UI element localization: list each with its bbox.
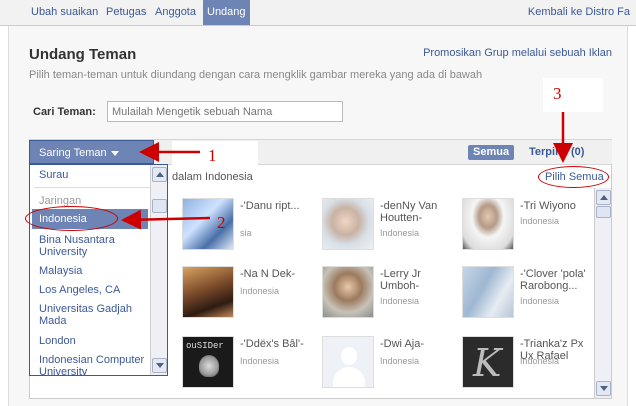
skull-graphic bbox=[199, 355, 219, 377]
annotation-oval-indonesia bbox=[25, 206, 118, 231]
arrow-up-icon bbox=[600, 195, 608, 200]
scroll-down-button[interactable] bbox=[152, 358, 167, 373]
annotation-number-2: 2 bbox=[217, 213, 226, 232]
friend-name: -'Danu ript... bbox=[240, 200, 300, 212]
letter-k-graphic: K bbox=[473, 341, 502, 385]
annotation-oval-select-all bbox=[538, 166, 609, 188]
tab-terpilih[interactable]: Terpilih (0) bbox=[529, 145, 584, 160]
dropdown-item[interactable]: London bbox=[39, 335, 149, 347]
friend-location: Indonesia bbox=[240, 286, 280, 296]
arrow-up-icon bbox=[156, 172, 164, 177]
friend-tile[interactable]: K -Trianka'z Px Ux Rafael Indonesia bbox=[462, 336, 598, 394]
friend-location: Indonesia bbox=[380, 356, 420, 366]
filter-context-text: dalam Indonesia bbox=[172, 171, 253, 183]
back-link[interactable]: Kembali ke Distro Fa bbox=[524, 0, 634, 25]
annotation-number-1: 1 bbox=[208, 146, 217, 165]
dropdown-item[interactable]: Bina Nusantara University bbox=[39, 234, 149, 258]
friend-location: Indonesia bbox=[240, 356, 280, 366]
friend-tile[interactable]: -Tri Wiyono Indonesia bbox=[462, 198, 598, 256]
scroll-up-button[interactable] bbox=[596, 190, 611, 205]
grid-scrollbar[interactable] bbox=[594, 188, 611, 398]
friend-location: Indonesia bbox=[380, 228, 420, 238]
avatar-text: ouSIDer bbox=[186, 341, 224, 351]
page-subtitle: Pilih teman-teman untuk diundang dengan … bbox=[29, 69, 483, 81]
dropdown-item[interactable]: Indonesian Computer University bbox=[39, 354, 149, 375]
avatar[interactable] bbox=[322, 266, 374, 318]
avatar[interactable] bbox=[462, 266, 514, 318]
friend-tile[interactable]: -Na N Dek- Indonesia bbox=[182, 266, 318, 324]
annotation-label-box bbox=[543, 78, 603, 112]
avatar[interactable] bbox=[322, 336, 374, 388]
scroll-thumb[interactable] bbox=[152, 199, 167, 213]
caret-down-icon bbox=[110, 150, 119, 156]
friend-tile[interactable]: ouSIDer -'Ddëx's Bâl'- Indonesia bbox=[182, 336, 318, 394]
friend-location: Indonesia bbox=[520, 356, 560, 366]
promo-link[interactable]: Promosikan Grup melalui sebuah Iklan bbox=[423, 47, 612, 59]
friend-tile[interactable]: -denNy Van Houtten- Indonesia bbox=[322, 198, 458, 256]
dropdown-item[interactable]: Universitas Gadjah Mada bbox=[39, 303, 149, 327]
scroll-thumb[interactable] bbox=[596, 206, 611, 218]
friend-name: -'Clover 'pola' Rarobong... bbox=[520, 268, 586, 292]
page-title: Undang Teman bbox=[29, 46, 137, 63]
scroll-down-button[interactable] bbox=[596, 381, 611, 396]
avatar[interactable] bbox=[322, 198, 374, 250]
nav-ubah-suaikan[interactable]: Ubah suaikan bbox=[27, 0, 102, 25]
friend-tile[interactable]: -Lerry Jr Umboh- Indonesia bbox=[322, 266, 458, 324]
avatar[interactable] bbox=[182, 266, 234, 318]
friend-name: -'Ddëx's Bâl'- bbox=[240, 338, 304, 350]
arrow-down-icon bbox=[600, 386, 608, 391]
scroll-up-button[interactable] bbox=[152, 167, 167, 182]
friend-name: -denNy Van Houtten- bbox=[380, 200, 438, 224]
friend-tile[interactable]: -'Danu ript... sia bbox=[182, 198, 318, 256]
search-label: Cari Teman: bbox=[33, 106, 96, 118]
avatar[interactable] bbox=[462, 198, 514, 250]
arrow-down-icon bbox=[156, 363, 164, 368]
friend-name: -Tri Wiyono bbox=[520, 200, 576, 212]
friend-location: sia bbox=[240, 228, 252, 238]
default-avatar-icon bbox=[341, 347, 357, 365]
friend-name: -Lerry Jr Umboh- bbox=[380, 268, 421, 292]
nav-undang[interactable]: Undang bbox=[203, 0, 250, 25]
friend-location: Indonesia bbox=[520, 216, 560, 226]
dropdown-item[interactable]: Malaysia bbox=[39, 265, 149, 277]
filter-dropdown[interactable]: Surau Jaringan Indonesia Bina Nusantara … bbox=[29, 164, 168, 376]
friend-name: -Dwi Aja- bbox=[380, 338, 425, 350]
filter-friends-button[interactable]: Saring Teman bbox=[29, 140, 154, 164]
nav-anggota[interactable]: Anggota bbox=[151, 0, 200, 25]
nav-petugas[interactable]: Petugas bbox=[102, 0, 150, 25]
friend-location: Indonesia bbox=[520, 296, 560, 306]
dropdown-divider bbox=[34, 187, 150, 188]
top-nav: Ubah suaikan Petugas Anggota Undang Kemb… bbox=[0, 0, 636, 26]
annotation-number-3: 3 bbox=[553, 84, 562, 103]
avatar[interactable] bbox=[182, 198, 234, 250]
dropdown-item[interactable]: Los Angeles, CA bbox=[39, 284, 149, 296]
default-avatar-body bbox=[333, 367, 365, 387]
friend-tile[interactable]: -'Clover 'pola' Rarobong... Indonesia bbox=[462, 266, 598, 324]
friend-location: Indonesia bbox=[380, 296, 420, 306]
avatar[interactable]: K bbox=[462, 336, 514, 388]
search-input[interactable] bbox=[107, 101, 343, 122]
friend-name: -Na N Dek- bbox=[240, 268, 296, 280]
avatar[interactable]: ouSIDer bbox=[182, 336, 234, 388]
dropdown-item[interactable]: Surau bbox=[39, 169, 149, 181]
friend-tile[interactable]: -Dwi Aja- Indonesia bbox=[322, 336, 458, 394]
dropdown-scrollbar[interactable] bbox=[150, 165, 167, 375]
filter-label: Saring Teman bbox=[39, 147, 107, 159]
tab-semua[interactable]: Semua bbox=[468, 145, 515, 160]
